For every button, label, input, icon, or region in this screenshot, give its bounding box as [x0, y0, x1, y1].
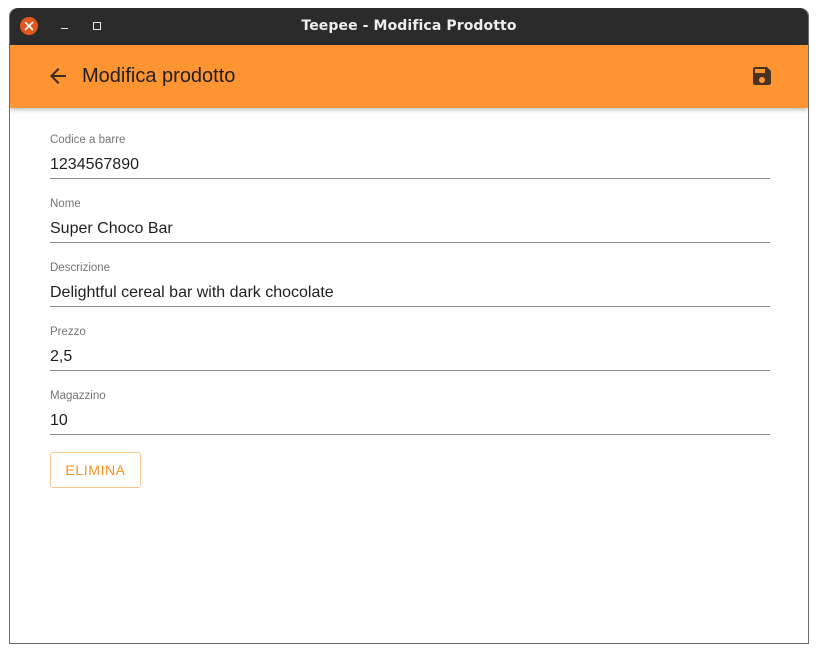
back-button[interactable]: [46, 64, 70, 88]
arrow-back-icon: [50, 68, 66, 84]
delete-button[interactable]: ELIMINA: [50, 452, 141, 488]
page-title: Modifica prodotto: [82, 65, 236, 87]
app-bar: Modifica prodotto: [10, 45, 808, 108]
description-label: Descrizione: [50, 262, 111, 274]
stock-input[interactable]: [50, 407, 770, 435]
barcode-label: Codice a barre: [50, 134, 126, 146]
stock-label: Magazzino: [50, 390, 106, 402]
barcode-field: Codice a barre: [50, 108, 770, 179]
name-field: Nome: [50, 172, 770, 243]
window-title: Teepee - Modifica Prodotto: [301, 18, 517, 34]
description-field: Descrizione: [50, 236, 770, 307]
floppy-disk-icon: [753, 67, 771, 85]
price-label: Prezzo: [50, 326, 86, 338]
product-form: Codice a barre Nome Descrizione Prezzo M…: [50, 108, 770, 435]
name-label: Nome: [50, 198, 81, 210]
title-bar: Teepee - Modifica Prodotto: [10, 8, 808, 45]
app-window: Teepee - Modifica Prodotto Modifica prod…: [9, 8, 809, 644]
price-field: Prezzo: [50, 300, 770, 371]
save-button[interactable]: [750, 64, 774, 88]
stock-field: Magazzino: [50, 364, 770, 435]
